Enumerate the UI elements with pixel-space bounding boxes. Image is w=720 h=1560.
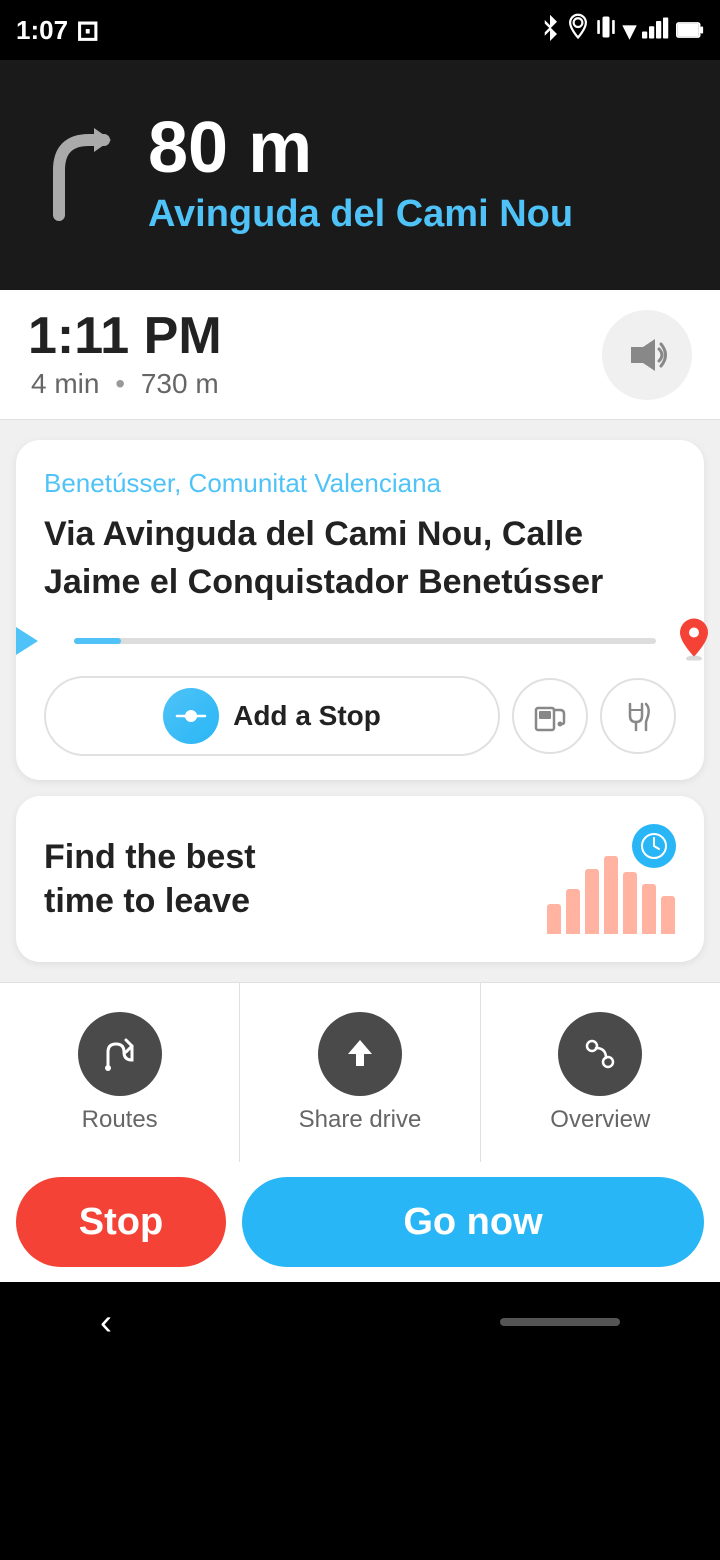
bottom-nav: Routes Share drive Overview [0,982,720,1162]
eta-panel: 1:11 PM 4 min • 730 m [0,290,720,420]
routes-label: Routes [82,1106,158,1134]
main-content: Benetússer, Comunitat Valenciana Via Avi… [0,420,720,982]
location-icon [567,13,589,48]
share-label: Share drive [299,1106,422,1134]
go-now-button[interactable]: Go now [242,1177,704,1267]
arrival-time: 1:11 PM [28,310,222,362]
share-icon [318,1012,402,1096]
bar-6 [642,884,656,934]
nav-distance: 80 m [148,112,573,184]
turn-arrow-icon [24,115,124,235]
time-to-leave-text: Find the besttime to leave [44,835,256,923]
nav-info: 80 m Avinguda del Cami Nou [148,112,573,238]
progress-end-marker [676,617,712,666]
back-button[interactable]: ‹ [100,1301,112,1343]
vibrate-icon [595,13,617,48]
eta-details: 4 min • 730 m [31,368,219,400]
eta-info: 1:11 PM 4 min • 730 m [28,310,222,400]
nav-street: Avinguda del Cami Nou [148,192,573,238]
status-bar: 1:07 ⊡ ▾ [0,0,720,60]
progress-track [74,638,656,644]
screenshot-icon: ⊡ [76,14,99,47]
distance-remaining: 730 m [141,368,219,399]
wifi-icon: ▾ [623,15,636,46]
nav-item-overview[interactable]: Overview [481,983,720,1162]
system-bar: ‹ [0,1282,720,1362]
add-stop-label: Add a Stop [233,700,381,732]
bottom-buttons: Stop Go now [0,1162,720,1282]
time-visual [546,824,676,934]
overview-label: Overview [550,1106,650,1134]
add-stop-button[interactable]: Add a Stop [44,676,500,756]
network-icon [642,15,670,46]
bar-4 [604,856,618,934]
battery-icon [676,15,704,46]
food-button[interactable] [600,678,676,754]
nav-item-routes[interactable]: Routes [0,983,240,1162]
routes-icon [78,1012,162,1096]
dest-name: Via Avinguda del Cami Nou, Calle Jaime e… [44,511,676,606]
sound-button[interactable] [602,310,692,400]
bar-7 [661,896,675,934]
bar-3 [585,869,599,934]
fuel-button[interactable] [512,678,588,754]
stop-button[interactable]: Stop [16,1177,226,1267]
add-stop-icon [163,688,219,744]
bar-2 [566,889,580,934]
nav-item-share[interactable]: Share drive [240,983,480,1162]
status-time: 1:07 [16,15,68,46]
progress-start-marker [16,627,38,655]
destination-card: Benetússer, Comunitat Valenciana Via Avi… [16,440,704,780]
clock-badge [632,824,676,868]
bar-5 [623,872,637,934]
time-card: Find the besttime to leave [16,796,704,962]
duration: 4 min [31,368,99,399]
home-bar[interactable] [500,1318,620,1326]
overview-icon [558,1012,642,1096]
progress-fill [74,638,121,644]
action-row: Add a Stop [44,676,676,756]
dest-region: Benetússer, Comunitat Valenciana [44,468,676,499]
bar-1 [547,904,561,934]
nav-header: 80 m Avinguda del Cami Nou [0,60,720,290]
progress-bar [44,638,676,644]
bluetooth-icon [539,13,561,48]
